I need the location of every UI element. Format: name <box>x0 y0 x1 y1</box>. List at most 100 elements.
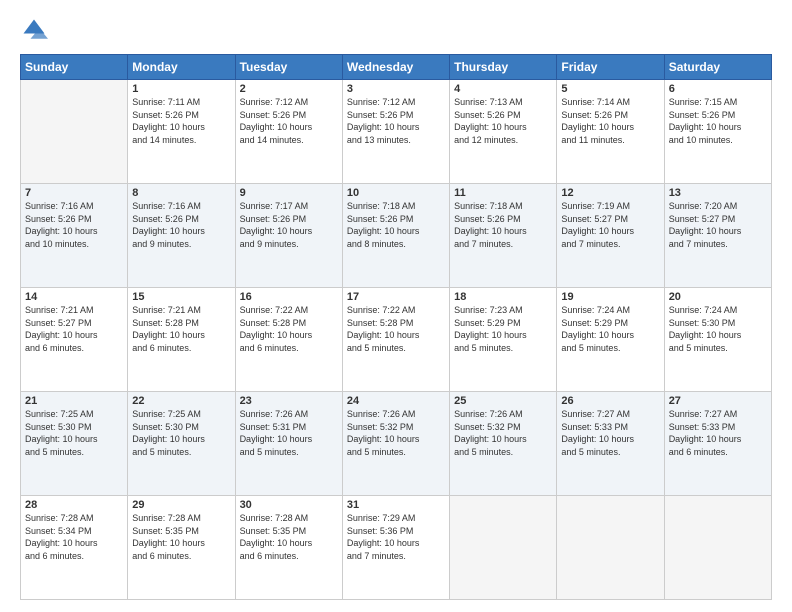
day-number: 26 <box>561 395 659 407</box>
calendar-cell: 25Sunrise: 7:26 AM Sunset: 5:32 PM Dayli… <box>450 392 557 496</box>
day-info: Sunrise: 7:11 AM Sunset: 5:26 PM Dayligh… <box>132 96 230 146</box>
calendar-cell: 30Sunrise: 7:28 AM Sunset: 5:35 PM Dayli… <box>235 496 342 600</box>
calendar-cell: 3Sunrise: 7:12 AM Sunset: 5:26 PM Daylig… <box>342 80 449 184</box>
calendar-cell: 15Sunrise: 7:21 AM Sunset: 5:28 PM Dayli… <box>128 288 235 392</box>
day-info: Sunrise: 7:27 AM Sunset: 5:33 PM Dayligh… <box>669 408 767 458</box>
calendar-cell: 4Sunrise: 7:13 AM Sunset: 5:26 PM Daylig… <box>450 80 557 184</box>
calendar-cell: 14Sunrise: 7:21 AM Sunset: 5:27 PM Dayli… <box>21 288 128 392</box>
day-number: 3 <box>347 83 445 95</box>
day-number: 24 <box>347 395 445 407</box>
day-info: Sunrise: 7:27 AM Sunset: 5:33 PM Dayligh… <box>561 408 659 458</box>
day-info: Sunrise: 7:12 AM Sunset: 5:26 PM Dayligh… <box>347 96 445 146</box>
day-info: Sunrise: 7:26 AM Sunset: 5:31 PM Dayligh… <box>240 408 338 458</box>
day-number: 11 <box>454 187 552 199</box>
page: SundayMondayTuesdayWednesdayThursdayFrid… <box>0 0 792 612</box>
day-info: Sunrise: 7:28 AM Sunset: 5:35 PM Dayligh… <box>132 512 230 562</box>
weekday-header-monday: Monday <box>128 55 235 80</box>
day-number: 15 <box>132 291 230 303</box>
day-info: Sunrise: 7:14 AM Sunset: 5:26 PM Dayligh… <box>561 96 659 146</box>
calendar-cell: 26Sunrise: 7:27 AM Sunset: 5:33 PM Dayli… <box>557 392 664 496</box>
calendar-cell: 17Sunrise: 7:22 AM Sunset: 5:28 PM Dayli… <box>342 288 449 392</box>
calendar-cell: 9Sunrise: 7:17 AM Sunset: 5:26 PM Daylig… <box>235 184 342 288</box>
calendar-cell <box>557 496 664 600</box>
calendar-cell: 23Sunrise: 7:26 AM Sunset: 5:31 PM Dayli… <box>235 392 342 496</box>
day-number: 1 <box>132 83 230 95</box>
day-info: Sunrise: 7:22 AM Sunset: 5:28 PM Dayligh… <box>240 304 338 354</box>
day-number: 27 <box>669 395 767 407</box>
day-info: Sunrise: 7:21 AM Sunset: 5:28 PM Dayligh… <box>132 304 230 354</box>
calendar-cell: 7Sunrise: 7:16 AM Sunset: 5:26 PM Daylig… <box>21 184 128 288</box>
calendar-cell: 19Sunrise: 7:24 AM Sunset: 5:29 PM Dayli… <box>557 288 664 392</box>
day-number: 16 <box>240 291 338 303</box>
day-number: 23 <box>240 395 338 407</box>
day-info: Sunrise: 7:18 AM Sunset: 5:26 PM Dayligh… <box>454 200 552 250</box>
day-info: Sunrise: 7:16 AM Sunset: 5:26 PM Dayligh… <box>25 200 123 250</box>
calendar-cell: 6Sunrise: 7:15 AM Sunset: 5:26 PM Daylig… <box>664 80 771 184</box>
day-info: Sunrise: 7:21 AM Sunset: 5:27 PM Dayligh… <box>25 304 123 354</box>
calendar-cell: 1Sunrise: 7:11 AM Sunset: 5:26 PM Daylig… <box>128 80 235 184</box>
calendar-cell: 11Sunrise: 7:18 AM Sunset: 5:26 PM Dayli… <box>450 184 557 288</box>
day-number: 21 <box>25 395 123 407</box>
day-info: Sunrise: 7:26 AM Sunset: 5:32 PM Dayligh… <box>347 408 445 458</box>
calendar-cell: 20Sunrise: 7:24 AM Sunset: 5:30 PM Dayli… <box>664 288 771 392</box>
weekday-header-friday: Friday <box>557 55 664 80</box>
day-number: 12 <box>561 187 659 199</box>
day-info: Sunrise: 7:24 AM Sunset: 5:30 PM Dayligh… <box>669 304 767 354</box>
calendar-cell: 28Sunrise: 7:28 AM Sunset: 5:34 PM Dayli… <box>21 496 128 600</box>
day-info: Sunrise: 7:15 AM Sunset: 5:26 PM Dayligh… <box>669 96 767 146</box>
day-number: 25 <box>454 395 552 407</box>
day-number: 19 <box>561 291 659 303</box>
day-info: Sunrise: 7:22 AM Sunset: 5:28 PM Dayligh… <box>347 304 445 354</box>
day-number: 14 <box>25 291 123 303</box>
day-info: Sunrise: 7:25 AM Sunset: 5:30 PM Dayligh… <box>25 408 123 458</box>
calendar-cell: 22Sunrise: 7:25 AM Sunset: 5:30 PM Dayli… <box>128 392 235 496</box>
calendar-cell: 2Sunrise: 7:12 AM Sunset: 5:26 PM Daylig… <box>235 80 342 184</box>
calendar-cell <box>664 496 771 600</box>
weekday-header-thursday: Thursday <box>450 55 557 80</box>
day-number: 30 <box>240 499 338 511</box>
weekday-header-sunday: Sunday <box>21 55 128 80</box>
day-number: 2 <box>240 83 338 95</box>
day-number: 20 <box>669 291 767 303</box>
day-info: Sunrise: 7:25 AM Sunset: 5:30 PM Dayligh… <box>132 408 230 458</box>
calendar-cell: 24Sunrise: 7:26 AM Sunset: 5:32 PM Dayli… <box>342 392 449 496</box>
day-number: 9 <box>240 187 338 199</box>
day-info: Sunrise: 7:17 AM Sunset: 5:26 PM Dayligh… <box>240 200 338 250</box>
day-info: Sunrise: 7:20 AM Sunset: 5:27 PM Dayligh… <box>669 200 767 250</box>
day-number: 13 <box>669 187 767 199</box>
day-info: Sunrise: 7:16 AM Sunset: 5:26 PM Dayligh… <box>132 200 230 250</box>
calendar-cell: 13Sunrise: 7:20 AM Sunset: 5:27 PM Dayli… <box>664 184 771 288</box>
day-info: Sunrise: 7:12 AM Sunset: 5:26 PM Dayligh… <box>240 96 338 146</box>
week-row-3: 14Sunrise: 7:21 AM Sunset: 5:27 PM Dayli… <box>21 288 772 392</box>
day-number: 22 <box>132 395 230 407</box>
day-info: Sunrise: 7:28 AM Sunset: 5:34 PM Dayligh… <box>25 512 123 562</box>
day-number: 18 <box>454 291 552 303</box>
day-info: Sunrise: 7:18 AM Sunset: 5:26 PM Dayligh… <box>347 200 445 250</box>
calendar-cell: 12Sunrise: 7:19 AM Sunset: 5:27 PM Dayli… <box>557 184 664 288</box>
weekday-header-tuesday: Tuesday <box>235 55 342 80</box>
logo <box>20 16 52 44</box>
day-info: Sunrise: 7:26 AM Sunset: 5:32 PM Dayligh… <box>454 408 552 458</box>
day-info: Sunrise: 7:29 AM Sunset: 5:36 PM Dayligh… <box>347 512 445 562</box>
weekday-header-saturday: Saturday <box>664 55 771 80</box>
calendar-cell: 31Sunrise: 7:29 AM Sunset: 5:36 PM Dayli… <box>342 496 449 600</box>
day-info: Sunrise: 7:24 AM Sunset: 5:29 PM Dayligh… <box>561 304 659 354</box>
week-row-4: 21Sunrise: 7:25 AM Sunset: 5:30 PM Dayli… <box>21 392 772 496</box>
calendar-cell: 16Sunrise: 7:22 AM Sunset: 5:28 PM Dayli… <box>235 288 342 392</box>
week-row-1: 1Sunrise: 7:11 AM Sunset: 5:26 PM Daylig… <box>21 80 772 184</box>
day-info: Sunrise: 7:19 AM Sunset: 5:27 PM Dayligh… <box>561 200 659 250</box>
day-info: Sunrise: 7:23 AM Sunset: 5:29 PM Dayligh… <box>454 304 552 354</box>
calendar-cell: 27Sunrise: 7:27 AM Sunset: 5:33 PM Dayli… <box>664 392 771 496</box>
day-info: Sunrise: 7:28 AM Sunset: 5:35 PM Dayligh… <box>240 512 338 562</box>
day-number: 29 <box>132 499 230 511</box>
weekday-header-row: SundayMondayTuesdayWednesdayThursdayFrid… <box>21 55 772 80</box>
calendar-cell: 29Sunrise: 7:28 AM Sunset: 5:35 PM Dayli… <box>128 496 235 600</box>
calendar-table: SundayMondayTuesdayWednesdayThursdayFrid… <box>20 54 772 600</box>
logo-icon <box>20 16 48 44</box>
day-number: 5 <box>561 83 659 95</box>
day-number: 31 <box>347 499 445 511</box>
calendar-cell <box>21 80 128 184</box>
day-number: 7 <box>25 187 123 199</box>
day-number: 10 <box>347 187 445 199</box>
calendar-cell: 5Sunrise: 7:14 AM Sunset: 5:26 PM Daylig… <box>557 80 664 184</box>
